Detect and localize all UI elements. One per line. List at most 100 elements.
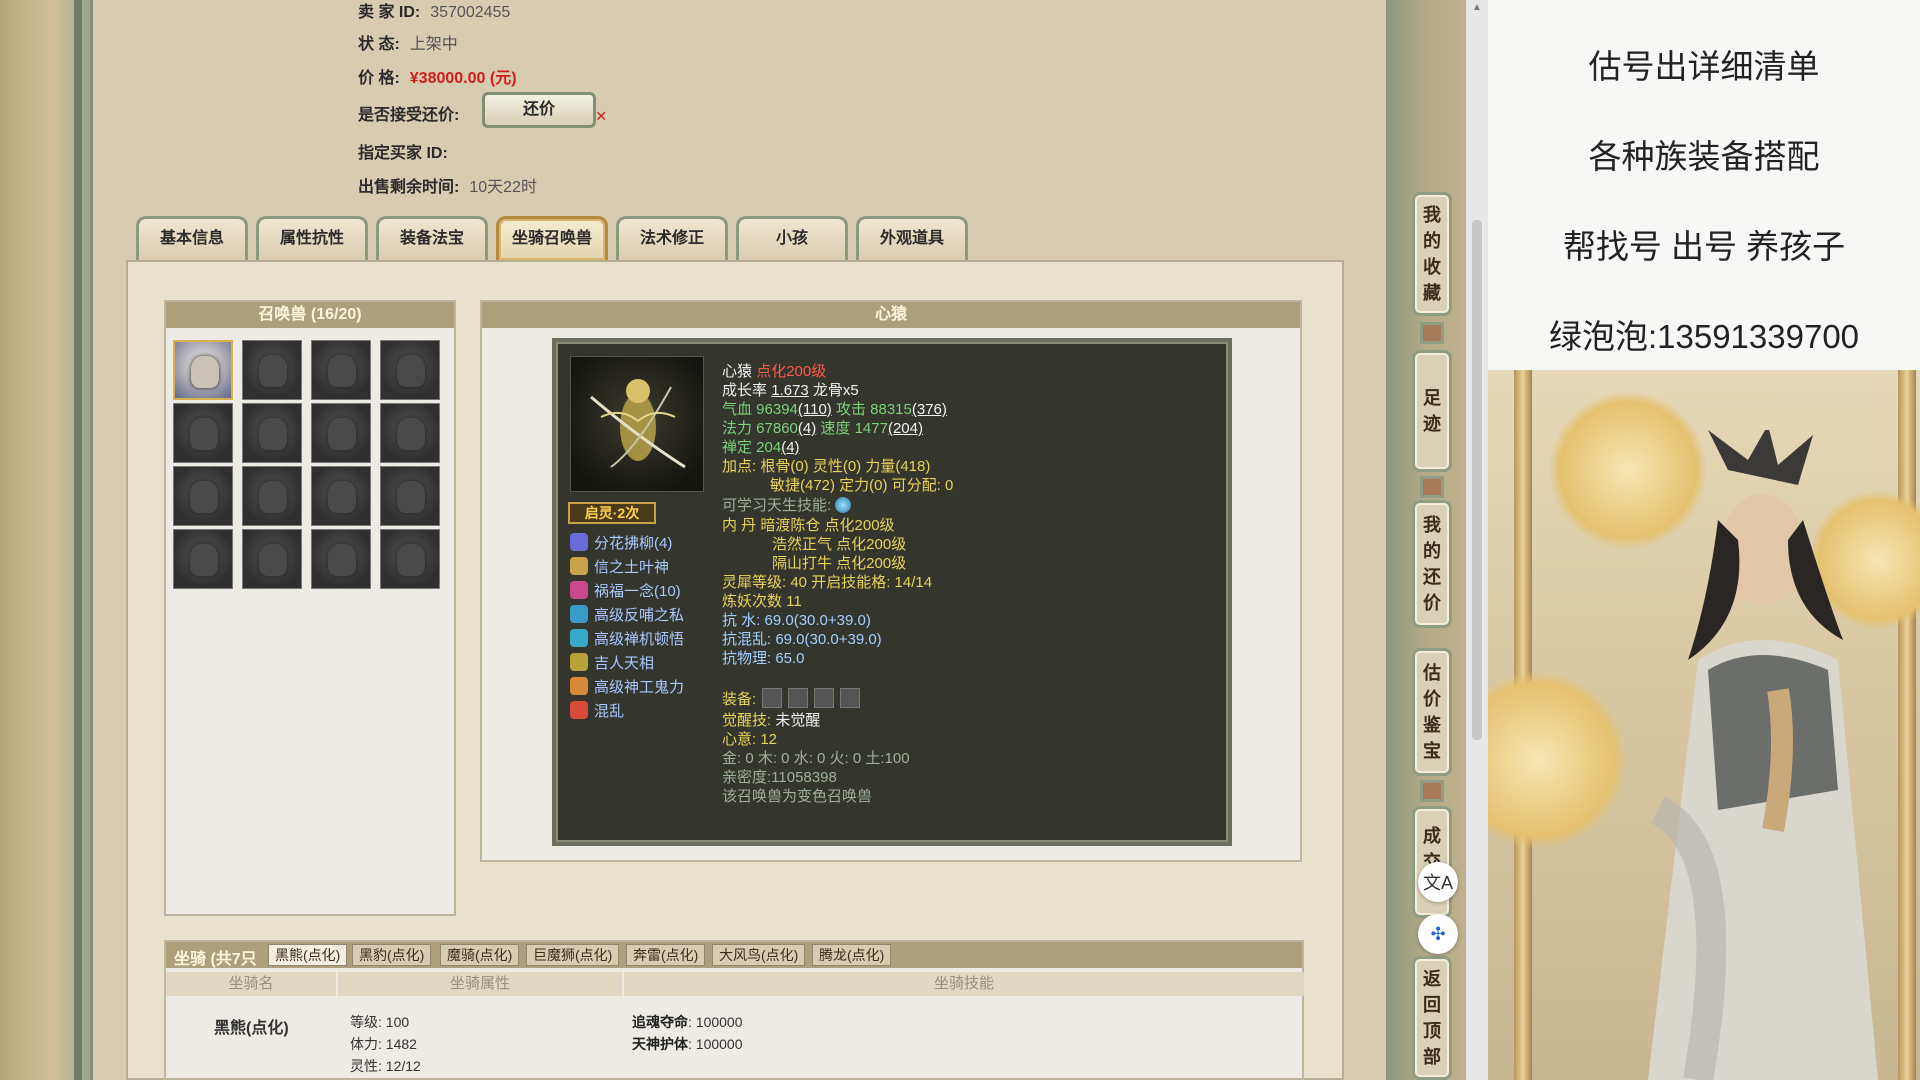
mount-tab[interactable]: 魔骑(点化)	[440, 944, 520, 966]
summon-slot[interactable]	[311, 529, 371, 589]
sidebar-char: 成	[1423, 826, 1441, 846]
sidebar-char: 藏	[1423, 283, 1441, 303]
promo-line: 各种族装备搭配	[1588, 138, 1820, 175]
summon-skill[interactable]: 混乱	[570, 701, 624, 721]
equip-slot[interactable]	[814, 688, 835, 708]
skill-icon	[570, 701, 588, 719]
summon-slot[interactable]	[173, 340, 233, 400]
sidebar-my-bargains[interactable]: 我的还价	[1412, 500, 1452, 628]
sidebar-char: 返	[1423, 969, 1441, 989]
summon-skill-label: 高级禅机顿悟	[594, 631, 685, 648]
summon-slot[interactable]	[380, 529, 440, 589]
character-poster	[1488, 370, 1920, 1080]
left-decor	[0, 0, 90, 1080]
scrollbar[interactable]: ▲	[1466, 0, 1488, 1080]
summon-slot[interactable]	[380, 466, 440, 526]
promo-line: 帮找号 出号 养孩子	[1562, 228, 1846, 265]
summon-skill[interactable]: 吉人天相	[570, 653, 654, 673]
sidebar-divider	[1420, 476, 1444, 498]
summon-slot[interactable]	[242, 466, 302, 526]
summon-slot[interactable]	[380, 403, 440, 463]
summon-slot[interactable]	[242, 403, 302, 463]
sidebar-footprint[interactable]: 足迹	[1412, 350, 1452, 472]
attack-add: (376)	[911, 401, 947, 418]
growth-extra: 龙骨x5	[812, 382, 859, 399]
equip-label: 装备:	[722, 691, 757, 708]
equip-slot[interactable]	[788, 688, 809, 708]
status-row: 状 态: 上架中	[358, 30, 458, 54]
price-label: 价 格:	[358, 70, 400, 87]
summon-skill-label: 分花拂柳(4)	[594, 535, 673, 552]
price-row: 价 格: ¥38000.00 (元)	[358, 64, 517, 88]
inner-core-2: 浩然正气 点化200级	[772, 536, 907, 553]
heart-value: 心意: 12	[722, 731, 778, 748]
sidebar-char: 价	[1423, 689, 1441, 709]
summon-slot[interactable]	[173, 466, 233, 526]
tab-spell-correction[interactable]: 法术修正	[616, 216, 728, 260]
summon-skill[interactable]: 高级神工鬼力	[570, 677, 684, 697]
summon-skill[interactable]: 高级禅机顿悟	[570, 629, 684, 649]
sidebar-char: 我	[1423, 515, 1441, 535]
summon-slot[interactable]	[311, 340, 371, 400]
sidebar-char: 的	[1423, 541, 1441, 561]
sidebar-char: 估	[1423, 663, 1441, 683]
tab-child[interactable]: 小孩	[736, 216, 848, 260]
refine-count: 炼妖次数 11	[722, 593, 802, 610]
tab-appearance[interactable]: 外观道具	[856, 216, 968, 260]
tab-attributes[interactable]: 属性抗性	[256, 216, 368, 260]
translate-icon[interactable]: 文A	[1418, 862, 1458, 902]
summon-slot[interactable]	[242, 340, 302, 400]
scroll-up-icon[interactable]: ▲	[1472, 2, 1482, 13]
summon-skill[interactable]: 分花拂柳(4)	[570, 533, 672, 553]
mount-skill2-value: : 100000	[688, 1036, 743, 1052]
tab-mounts-summons[interactable]: 坐骑召唤兽	[496, 216, 608, 260]
poster-pillar	[1898, 370, 1916, 1080]
skill-orb-icon[interactable]	[835, 497, 852, 513]
promo-line: 估号出详细清单	[1588, 48, 1820, 85]
sidebar-favorites[interactable]: 我的收藏	[1412, 192, 1452, 316]
summon-slot[interactable]	[311, 466, 371, 526]
sidebar-back-to-top[interactable]: 返回顶部	[1412, 956, 1452, 1080]
sidebar-appraisal[interactable]: 估价鉴宝	[1412, 648, 1452, 776]
summon-slot[interactable]	[173, 529, 233, 589]
summon-name: 心猿	[722, 363, 753, 380]
tab-basic-info[interactable]: 基本信息	[136, 216, 248, 260]
growth-label: 成长率	[722, 382, 768, 399]
summon-slot[interactable]	[311, 403, 371, 463]
equip-slot[interactable]	[762, 688, 783, 708]
equip-slot[interactable]	[840, 688, 861, 708]
mount-tab[interactable]: 奔雷(点化)	[626, 944, 706, 966]
sidebar-char: 鉴	[1423, 715, 1441, 735]
speed: 速度 1477	[820, 420, 888, 437]
summon-slot[interactable]	[173, 403, 233, 463]
summon-skill[interactable]: 祸福一念(10)	[570, 581, 681, 601]
hp-add: (110)	[797, 401, 832, 418]
summon-skill[interactable]: 高级反哺之私	[570, 605, 684, 625]
seller-value: 357002455	[430, 4, 511, 21]
sidebar-char: 回	[1423, 995, 1441, 1015]
bargain-row: 是否接受还价:	[358, 101, 459, 125]
mount-tab[interactable]: 黑熊(点化)	[268, 944, 348, 966]
summon-slot[interactable]	[242, 529, 302, 589]
mount-tab[interactable]: 腾龙(点化)	[812, 944, 892, 966]
bargain-label: 是否接受还价:	[358, 107, 460, 124]
intimacy: 亲密度:11058398	[722, 769, 837, 786]
mount-tab[interactable]: 黑豹(点化)	[352, 944, 432, 966]
close-icon[interactable]: ✕	[595, 101, 607, 131]
focus-add: (4)	[781, 439, 800, 456]
promo-line: 绿泡泡:13591339700	[1548, 318, 1860, 355]
bargain-button[interactable]: 还价 ✕	[482, 92, 607, 128]
network-icon[interactable]: ✣	[1418, 914, 1458, 954]
color-variant-note: 该召唤兽为变色召唤兽	[722, 788, 873, 805]
scrollbar-thumb[interactable]	[1472, 220, 1482, 740]
skill-icon	[570, 581, 588, 599]
mount-tab[interactable]: 大风鸟(点化)	[712, 944, 806, 966]
mount-spirit: 灵性: 12/12	[350, 1058, 421, 1074]
tab-equipment[interactable]: 装备法宝	[376, 216, 488, 260]
summon-skill[interactable]: 信之土叶神	[570, 557, 669, 577]
seller-row: 卖 家 ID: 357002455	[358, 0, 510, 22]
sidebar-char: 的	[1423, 231, 1441, 251]
summon-slot[interactable]	[380, 340, 440, 400]
sidebar-char: 宝	[1423, 741, 1441, 761]
mount-tab[interactable]: 巨魔狮(点化)	[526, 944, 620, 966]
